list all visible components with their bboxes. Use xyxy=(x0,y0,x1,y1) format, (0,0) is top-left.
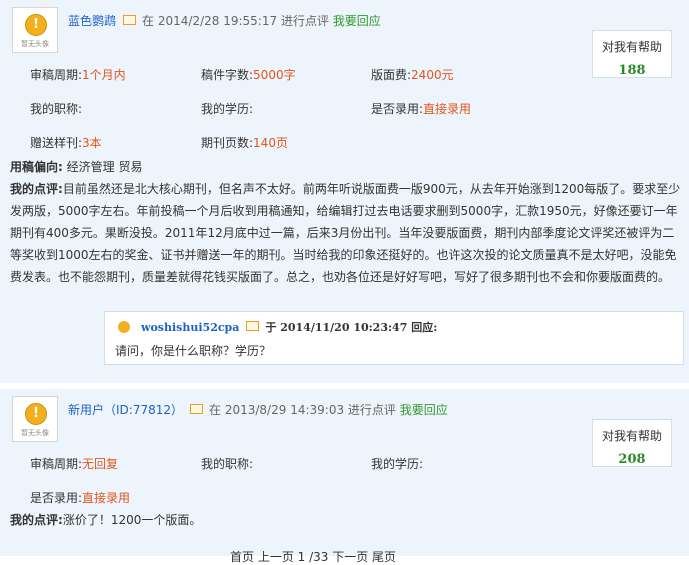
avatar[interactable]: ! 暂无头像 xyxy=(12,396,58,442)
comment-label: 我的点评: xyxy=(10,513,63,527)
mail-icon[interactable] xyxy=(190,404,203,414)
action-label: 进行点评 xyxy=(347,403,396,417)
at-label: 在 xyxy=(142,14,155,28)
reply-avatar-icon xyxy=(115,319,133,337)
field-word-count: 稿件字数:5000字 xyxy=(201,68,296,82)
reply-timestamp: 2014/11/20 10:23:47 xyxy=(280,321,408,334)
avatar-caption: 暂无头像 xyxy=(21,40,49,48)
reply-action: 回应: xyxy=(411,321,438,334)
username-link[interactable]: 蓝色鹦鹉 xyxy=(68,14,116,28)
reply-username[interactable]: woshishui52cpa xyxy=(141,321,239,334)
reply-link[interactable]: 我要回应 xyxy=(333,14,381,28)
helpful-label: 对我有帮助 xyxy=(601,40,662,54)
at-label: 在 xyxy=(209,403,222,417)
field-review-period: 审稿周期:无回复 xyxy=(30,457,119,471)
coin-icon: ! xyxy=(25,403,47,425)
comment-text: 涨价了！1200一个版面。 xyxy=(62,513,202,527)
reply-header: woshishui52cpa 于 2014/11/20 10:23:47 回应: xyxy=(115,319,437,337)
preference-row: 用稿偏向: 经济管理 贸易 xyxy=(10,158,142,175)
avatar-caption: 暂无头像 xyxy=(21,429,49,437)
field-accepted: 是否录用:直接录用 xyxy=(30,491,131,505)
helpful-label: 对我有帮助 xyxy=(601,429,662,443)
timestamp: 2014/2/28 19:55:17 xyxy=(157,14,278,28)
field-page-fee: 版面费:2400元 xyxy=(371,68,454,82)
review-header: 蓝色鹦鹉 在 2014/2/28 19:55:17 进行点评 我要回应 xyxy=(68,12,381,29)
review-card: ! 暂无头像 蓝色鹦鹉 在 2014/2/28 19:55:17 进行点评 我要回… xyxy=(0,0,689,383)
username-link[interactable]: 新用户（ID:77812） xyxy=(68,403,183,417)
mail-icon[interactable] xyxy=(246,321,260,331)
field-education: 我的学历: xyxy=(371,457,424,471)
review-header: 新用户（ID:77812） 在 2013/8/29 14:39:03 进行点评 我… xyxy=(68,401,448,418)
field-title: 我的职称: xyxy=(201,457,254,471)
comment: 我的点评:涨价了！1200一个版面。 xyxy=(10,509,682,531)
helpful-count: 208 xyxy=(618,452,646,467)
action-label: 进行点评 xyxy=(280,14,329,28)
helpful-box[interactable]: 对我有帮助 208 xyxy=(592,419,672,467)
field-review-period: 审稿周期:1个月内 xyxy=(30,68,126,82)
preference-label: 用稿偏向: xyxy=(10,160,63,174)
field-education: 我的学历: xyxy=(201,102,254,116)
avatar[interactable]: ! 暂无头像 xyxy=(12,7,58,53)
pagination[interactable]: 首页 上一页 1 /33 下一页 尾页 xyxy=(230,548,396,565)
reply-text: 请问，你是什么职称？学历？ xyxy=(115,344,272,358)
comment-text: 目前虽然还是北大核心期刊，但名声不太好。前两年听说版面费一版900元，从去年开始… xyxy=(10,182,681,284)
field-pages: 期刊页数:140页 xyxy=(201,136,288,150)
timestamp: 2013/8/29 14:39:03 xyxy=(224,403,345,417)
reply-box: woshishui52cpa 于 2014/11/20 10:23:47 回应: … xyxy=(104,311,684,365)
comment: 我的点评:目前虽然还是北大核心期刊，但名声不太好。前两年听说版面费一版900元，… xyxy=(10,178,682,288)
reply-link[interactable]: 我要回应 xyxy=(400,403,448,417)
coin-icon: ! xyxy=(25,14,47,36)
mail-icon[interactable] xyxy=(123,15,137,25)
preference-value: 经济管理 贸易 xyxy=(66,160,143,174)
helpful-box[interactable]: 对我有帮助 188 xyxy=(592,30,672,78)
helpful-count: 188 xyxy=(618,63,646,78)
field-accepted: 是否录用:直接录用 xyxy=(371,102,472,116)
field-sample-copies: 赠送样刊:3本 xyxy=(30,136,102,150)
comment-label: 我的点评: xyxy=(10,182,63,196)
field-title: 我的职称: xyxy=(30,102,83,116)
review-card: ! 暂无头像 新用户（ID:77812） 在 2013/8/29 14:39:03… xyxy=(0,389,689,556)
reply-at: 于 xyxy=(265,321,277,334)
